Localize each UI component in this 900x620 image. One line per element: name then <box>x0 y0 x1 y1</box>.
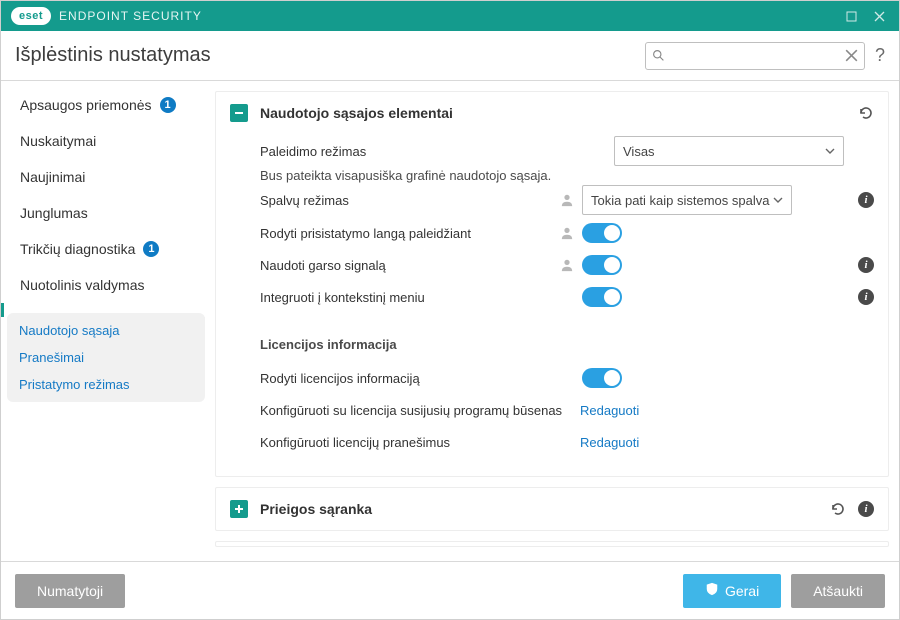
panel-ui-elements: Naudotojo sąsajos elementai Paleidimo re… <box>215 91 889 477</box>
sidebar-sub-notifications[interactable]: Pranešimai <box>7 344 205 371</box>
info-icon[interactable]: i <box>858 289 874 305</box>
splash-label: Rodyti prisistatymo langą paleidžiant <box>260 226 560 241</box>
panel-title: Prieigos sąranka <box>260 501 818 517</box>
sidebar-item-diagnostics[interactable]: Trikčių diagnostika 1 <box>1 231 211 267</box>
search-input[interactable] <box>665 47 845 64</box>
clear-search-icon[interactable] <box>845 49 858 62</box>
sidebar-badge: 1 <box>143 241 159 257</box>
sidebar-sub-block: Naudotojo sąsaja Pranešimai Pristatymo r… <box>7 313 205 402</box>
help-button[interactable]: ? <box>875 45 885 66</box>
info-icon[interactable]: i <box>858 257 874 273</box>
window-close-button[interactable] <box>865 1 893 31</box>
button-label: Gerai <box>725 583 759 599</box>
sidebar-sub-label: Pristatymo režimas <box>19 377 130 392</box>
startup-mode-hint: Bus pateikta visapusiška grafinė naudoto… <box>260 168 874 183</box>
sidebar-item-protection[interactable]: Apsaugos priemonės 1 <box>1 87 211 123</box>
sidebar-item-scans[interactable]: Nuskaitymai <box>1 123 211 159</box>
sidebar-item-remote[interactable]: Nuotolinis valdymas <box>1 267 211 303</box>
user-icon <box>560 193 574 207</box>
config-msgs-edit[interactable]: Redaguoti <box>580 435 639 450</box>
sidebar-badge: 1 <box>160 97 176 113</box>
sidebar-item-label: Trikčių diagnostika <box>20 241 135 257</box>
show-license-toggle[interactable] <box>582 368 622 388</box>
collapse-button[interactable] <box>230 104 248 122</box>
splash-toggle[interactable] <box>582 223 622 243</box>
header: Išplėstinis nustatymas ? <box>1 31 899 81</box>
cancel-button[interactable]: Atšaukti <box>791 574 885 608</box>
select-value: Tokia pati kaip sistemos spalva <box>591 193 769 208</box>
ok-button[interactable]: Gerai <box>683 574 781 608</box>
button-label: Numatytoji <box>37 583 103 599</box>
product-name: ENDPOINT SECURITY <box>59 9 202 23</box>
panel-access: Prieigos sąranka i <box>215 487 889 531</box>
window-maximize-button[interactable] <box>837 1 865 31</box>
sidebar-item-updates[interactable]: Naujinimai <box>1 159 211 195</box>
show-license-label: Rodyti licencijos informaciją <box>260 371 560 386</box>
user-icon <box>560 258 574 272</box>
expand-button[interactable] <box>230 500 248 518</box>
sidebar-item-label: Nuotolinis valdymas <box>20 277 145 293</box>
sound-toggle[interactable] <box>582 255 622 275</box>
sidebar-sub-label: Naudotojo sąsaja <box>19 323 119 338</box>
sidebar-item-label: Nuskaitymai <box>20 133 96 149</box>
context-label: Integruoti į kontekstinį meniu <box>260 290 560 305</box>
chevron-down-icon <box>825 144 835 159</box>
undo-icon[interactable] <box>858 105 874 121</box>
undo-icon[interactable] <box>830 501 846 517</box>
sound-label: Naudoti garso signalą <box>260 258 560 273</box>
sidebar-item-connectivity[interactable]: Junglumas <box>1 195 211 231</box>
user-icon <box>560 226 574 240</box>
shield-icon <box>705 582 719 599</box>
config-states-label: Konfigūruoti su licencija susijusių prog… <box>260 403 580 418</box>
footer: Numatytoji Gerai Atšaukti <box>1 561 899 619</box>
context-toggle[interactable] <box>582 287 622 307</box>
button-label: Atšaukti <box>813 583 863 599</box>
sidebar-sub-label: Pranešimai <box>19 350 84 365</box>
sidebar-sub-presentation[interactable]: Pristatymo režimas <box>7 371 205 398</box>
startup-mode-label: Paleidimo režimas <box>260 144 560 159</box>
info-icon[interactable]: i <box>858 501 874 517</box>
titlebar: eset ENDPOINT SECURITY <box>1 1 899 31</box>
panel-next-peek <box>215 541 889 547</box>
info-icon[interactable]: i <box>858 192 874 208</box>
license-section-heading: Licencijos informacija <box>260 337 874 352</box>
default-button[interactable]: Numatytoji <box>15 574 125 608</box>
sidebar-item-label: Junglumas <box>20 205 88 221</box>
brand-text: eset <box>19 10 43 22</box>
color-mode-label: Spalvų režimas <box>260 193 560 208</box>
color-mode-select[interactable]: Tokia pati kaip sistemos spalva <box>582 185 792 215</box>
select-value: Visas <box>623 144 655 159</box>
content-area: Naudotojo sąsajos elementai Paleidimo re… <box>211 81 899 561</box>
sidebar-sub-ui[interactable]: Naudotojo sąsaja <box>7 317 205 344</box>
search-icon <box>652 49 665 62</box>
startup-mode-select[interactable]: Visas <box>614 136 844 166</box>
panel-title: Naudotojo sąsajos elementai <box>260 105 846 121</box>
config-msgs-label: Konfigūruoti licencijų pranešimus <box>260 435 580 450</box>
sidebar-item-label: Apsaugos priemonės <box>20 97 152 113</box>
brand-badge: eset <box>11 7 51 25</box>
sidebar-item-label: Naujinimai <box>20 169 85 185</box>
config-states-edit[interactable]: Redaguoti <box>580 403 639 418</box>
page-title: Išplėstinis nustatymas <box>15 44 211 67</box>
search-box[interactable] <box>645 42 865 70</box>
sidebar: Apsaugos priemonės 1 Nuskaitymai Naujini… <box>1 81 211 561</box>
chevron-down-icon <box>773 193 783 208</box>
